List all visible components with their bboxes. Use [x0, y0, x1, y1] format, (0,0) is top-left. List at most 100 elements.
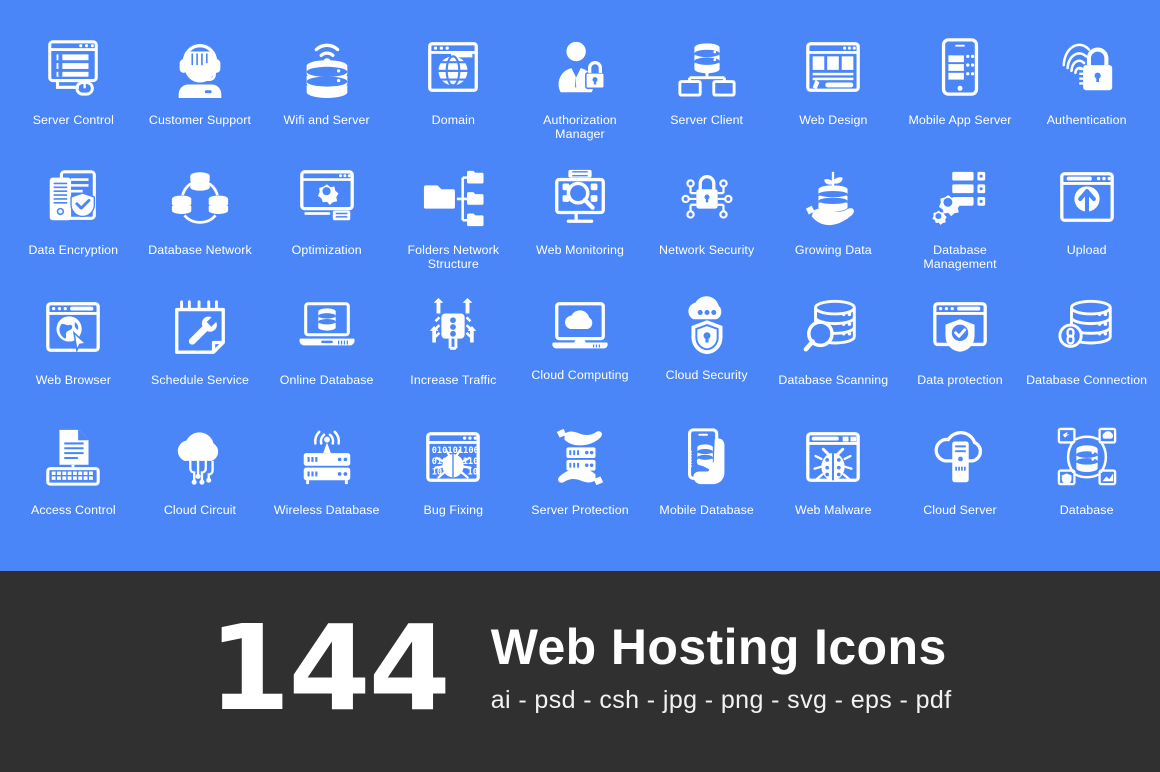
banner-text-block: Web Hosting Icons ai - psd - csh - jpg -…: [491, 619, 952, 717]
database-icon: [1053, 418, 1121, 496]
icon-label: Upload: [1066, 243, 1107, 257]
network-security-icon: [673, 158, 741, 236]
icon-cell[interactable]: Bug Fixing: [390, 414, 517, 544]
wifi-and-server-icon: [293, 28, 361, 106]
icon-cell[interactable]: Cloud Security: [643, 284, 770, 414]
icon-cell[interactable]: Authorization Manager: [517, 24, 644, 154]
upload-icon: [1053, 158, 1121, 236]
icon-cell[interactable]: Server Control: [10, 24, 137, 154]
mobile-database-icon: [673, 418, 741, 496]
icon-cell[interactable]: Database: [1023, 414, 1150, 544]
icon-label: Authorization Manager: [543, 113, 617, 141]
icon-cell[interactable]: Database Management: [897, 154, 1024, 284]
server-client-icon: [673, 28, 741, 106]
customer-support-icon: [166, 28, 234, 106]
web-browser-icon: [39, 288, 107, 366]
icon-label: Folders Network Structure: [407, 243, 500, 271]
icon-grid: Server Control Customer Support Wifi and S…: [10, 24, 1150, 544]
icon-cell[interactable]: Online Database: [263, 284, 390, 414]
online-database-icon: [293, 288, 361, 366]
icon-grid-area: Server Control Customer Support Wifi and S…: [0, 0, 1160, 571]
icon-cell[interactable]: Upload: [1023, 154, 1150, 284]
access-control-icon: [39, 418, 107, 496]
icon-cell[interactable]: Mobile Database: [643, 414, 770, 544]
icon-cell[interactable]: Schedule Service: [137, 284, 264, 414]
cloud-security-icon: [673, 288, 741, 366]
icon-cell[interactable]: Database Network: [137, 154, 264, 284]
data-encryption-icon: [39, 158, 107, 236]
icon-cell[interactable]: Server Protection: [517, 414, 644, 544]
optimization-icon: [293, 158, 361, 236]
icon-label: Cloud Server: [923, 503, 997, 517]
icon-cell[interactable]: Growing Data: [770, 154, 897, 284]
cloud-computing-icon: [546, 288, 614, 366]
icon-cell[interactable]: Folders Network Structure: [390, 154, 517, 284]
icon-label: Database Connection: [1026, 373, 1148, 387]
icon-cell[interactable]: Access Control: [10, 414, 137, 544]
server-protection-icon: [546, 418, 614, 496]
icon-cell[interactable]: Domain: [390, 24, 517, 154]
icon-cell[interactable]: Web Malware: [770, 414, 897, 544]
icon-label: Web Browser: [35, 373, 111, 387]
growing-data-icon: [799, 158, 867, 236]
icon-cell[interactable]: Cloud Computing: [517, 284, 644, 414]
icon-cell[interactable]: Web Monitoring: [517, 154, 644, 284]
banner-file-formats: ai - psd - csh - jpg - png - svg - eps -…: [490, 685, 952, 714]
icon-label: Network Security: [659, 243, 755, 257]
web-design-icon: [799, 28, 867, 106]
icon-cell[interactable]: Network Security: [643, 154, 770, 284]
icon-label: Schedule Service: [150, 373, 249, 387]
icon-label: Bug Fixing: [423, 503, 484, 517]
icon-cell[interactable]: Optimization: [263, 154, 390, 284]
increase-traffic-icon: [419, 288, 487, 366]
icon-cell[interactable]: Web Browser: [10, 284, 137, 414]
icon-label: Mobile App Server: [908, 113, 1012, 127]
icon-cell[interactable]: Authentication: [1023, 24, 1150, 154]
icon-cell[interactable]: Data Encryption: [10, 154, 137, 284]
icon-label: Domain: [431, 113, 475, 127]
icon-label: Database Network: [148, 243, 252, 257]
icon-label: Web Monitoring: [536, 243, 624, 257]
icon-label: Data Encryption: [28, 243, 119, 257]
icon-cell[interactable]: Wifi and Server: [263, 24, 390, 154]
database-connection-icon: [1053, 288, 1121, 366]
icon-cell[interactable]: Database Scanning: [770, 284, 897, 414]
banner-title: Web Hosting Icons: [490, 618, 947, 675]
icon-cell[interactable]: Increase Traffic: [390, 284, 517, 414]
icon-label: Increase Traffic: [410, 373, 497, 387]
database-network-icon: [166, 158, 234, 236]
icon-label: Database Scanning: [778, 373, 889, 387]
icon-cell[interactable]: Mobile App Server: [897, 24, 1024, 154]
icon-label: Customer Support: [148, 113, 252, 127]
icon-label: Authentication: [1046, 113, 1127, 127]
database-management-icon: [926, 158, 994, 236]
icon-label: Server Control: [32, 113, 114, 127]
icon-cell[interactable]: Wireless Database: [263, 414, 390, 544]
authorization-manager-icon: [546, 28, 614, 106]
icon-label: Server Client: [670, 113, 744, 127]
folders-network-structure-icon: [419, 158, 487, 236]
icon-label: Wifi and Server: [283, 113, 370, 127]
icon-cell[interactable]: Data protection: [897, 284, 1024, 414]
icon-cell[interactable]: Web Design: [770, 24, 897, 154]
icon-label: Mobile Database: [659, 503, 754, 517]
icon-label: Wireless Database: [273, 503, 380, 517]
footer-banner: 144 Web Hosting Icons ai - psd - csh - j…: [0, 571, 1160, 772]
database-scanning-icon: [799, 288, 867, 366]
icon-label: Online Database: [279, 373, 374, 387]
cloud-circuit-icon: [166, 418, 234, 496]
cloud-server-icon: [926, 418, 994, 496]
icon-cell[interactable]: Cloud Circuit: [137, 414, 264, 544]
data-protection-icon: [926, 288, 994, 366]
icon-cell[interactable]: Server Client: [643, 24, 770, 154]
mobile-app-server-icon: [926, 28, 994, 106]
icon-cell[interactable]: Database Connection: [1023, 284, 1150, 414]
icon-set-poster: Server Control Customer Support Wifi and S…: [0, 0, 1160, 772]
icon-count: 144: [208, 598, 450, 737]
icon-cell[interactable]: Cloud Server: [897, 414, 1024, 544]
icon-label: Cloud Computing: [531, 368, 629, 382]
web-monitoring-icon: [546, 158, 614, 236]
icon-label: Database Management: [923, 243, 997, 271]
icon-cell[interactable]: Customer Support: [137, 24, 264, 154]
domain-icon: [419, 28, 487, 106]
